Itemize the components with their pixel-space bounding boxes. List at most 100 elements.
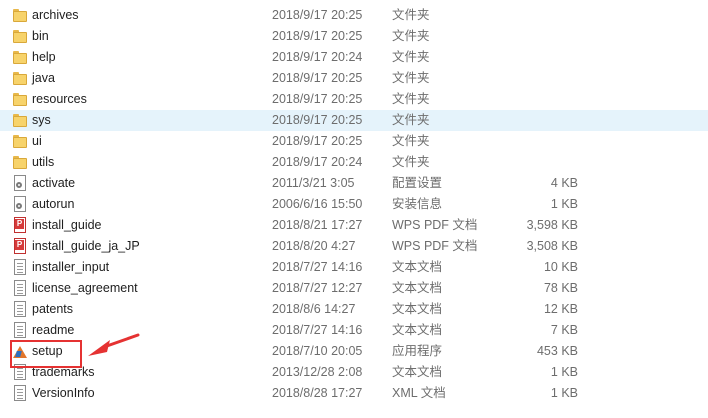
file-row-ui[interactable]: ui 2018/9/17 20:25 文件夹 <box>0 131 708 152</box>
file-date: 2018/9/17 20:25 <box>272 134 363 148</box>
file-type: 文本文档 <box>392 365 443 379</box>
file-date: 2018/8/28 17:27 <box>272 386 363 400</box>
file-row-install_guide[interactable]: install_guide 2018/8/21 17:27 WPS PDF 文档 3,… <box>0 215 708 236</box>
file-row-install_guide_ja_JP[interactable]: install_guide_ja_JP 2018/8/20 4:27 WPS PDF… <box>0 236 708 257</box>
file-row-activate[interactable]: activate 2011/3/21 3:05 配置设置 4 KB <box>0 173 708 194</box>
file-row-bin[interactable]: bin 2018/9/17 20:25 文件夹 <box>0 26 708 47</box>
file-name: installer_input <box>32 260 110 274</box>
file-size: 1 KB <box>550 197 578 211</box>
file-type: 文件夹 <box>392 50 430 64</box>
file-type: 应用程序 <box>392 344 443 358</box>
file-row-archives[interactable]: archives 2018/9/17 20:25 文件夹 <box>0 5 708 26</box>
file-date: 2013/12/28 2:08 <box>272 365 363 379</box>
file-type: 文件夹 <box>392 113 430 127</box>
file-type: 文本文档 <box>392 260 443 274</box>
file-type: 文件夹 <box>392 29 430 43</box>
file-type: 配置设置 <box>392 176 443 190</box>
file-row-java[interactable]: java 2018/9/17 20:25 文件夹 <box>0 68 708 89</box>
file-row-setup[interactable]: setup 2018/7/10 20:05 应用程序 453 KB <box>0 341 708 362</box>
file-type: 文本文档 <box>392 323 443 337</box>
file-row-VersionInfo[interactable]: VersionInfo 2018/8/28 17:27 XML 文档 1 KB <box>0 383 708 404</box>
file-date: 2018/7/10 20:05 <box>272 344 363 358</box>
folder-icon <box>12 7 28 23</box>
text-file-icon <box>12 322 28 338</box>
file-row-readme[interactable]: readme 2018/7/27 14:16 文本文档 7 KB <box>0 320 708 341</box>
file-type: 文件夹 <box>392 92 430 106</box>
file-date: 2018/9/17 20:25 <box>272 29 363 43</box>
file-name: bin <box>32 29 49 43</box>
file-size: 1 KB <box>550 365 578 379</box>
file-name: ui <box>32 134 42 148</box>
file-size: 12 KB <box>543 302 578 316</box>
pdf-file-icon <box>12 217 28 233</box>
file-date: 2018/9/17 20:25 <box>272 71 363 85</box>
setup-highlight-box <box>10 340 82 368</box>
file-name: help <box>32 50 56 64</box>
file-size: 3,508 KB <box>526 239 578 253</box>
file-row-license_agreement[interactable]: license_agreement 2018/7/27 12:27 文本文档 78 K… <box>0 278 708 299</box>
file-size: 4 KB <box>550 176 578 190</box>
file-size: 7 KB <box>550 323 578 337</box>
file-row-trademarks[interactable]: trademarks 2013/12/28 2:08 文本文档 1 KB <box>0 362 708 383</box>
folder-icon <box>12 91 28 107</box>
file-date: 2011/3/21 3:05 <box>272 176 355 190</box>
file-type: WPS PDF 文档 <box>392 239 478 253</box>
file-type: 文件夹 <box>392 155 430 169</box>
folder-icon <box>12 112 28 128</box>
file-size: 3,598 KB <box>526 218 578 232</box>
file-row-autorun[interactable]: autorun 2006/6/16 15:50 安装信息 1 KB <box>0 194 708 215</box>
file-name: patents <box>32 302 74 316</box>
file-size: 78 KB <box>543 281 578 295</box>
file-type: 文件夹 <box>392 134 430 148</box>
file-size: 1 KB <box>550 386 578 400</box>
file-name: resources <box>32 92 87 106</box>
file-type: 文本文档 <box>392 302 443 316</box>
file-row-patents[interactable]: patents 2018/8/6 14:27 文本文档 12 KB <box>0 299 708 320</box>
folder-icon <box>12 133 28 149</box>
file-name: sys <box>32 113 51 127</box>
file-row-utils[interactable]: utils 2018/9/17 20:24 文件夹 <box>0 152 708 173</box>
file-date: 2018/9/17 20:25 <box>272 113 363 127</box>
settings-file-icon <box>12 175 28 191</box>
file-type: 文件夹 <box>392 71 430 85</box>
file-name: activate <box>32 176 76 190</box>
file-row-installer_input[interactable]: installer_input 2018/7/27 14:16 文本文档 10 KB <box>0 257 708 278</box>
file-name: readme <box>32 323 75 337</box>
folder-icon <box>12 70 28 86</box>
file-date: 2018/9/17 20:24 <box>272 50 363 64</box>
folder-icon <box>12 28 28 44</box>
file-date: 2018/7/27 12:27 <box>272 281 363 295</box>
file-type: 安装信息 <box>392 197 443 211</box>
file-row-help[interactable]: help 2018/9/17 20:24 文件夹 <box>0 47 708 68</box>
file-date: 2018/8/21 17:27 <box>272 218 363 232</box>
file-type: 文本文档 <box>392 281 443 295</box>
settings-file-icon <box>12 196 28 212</box>
file-date: 2018/8/6 14:27 <box>272 302 356 316</box>
file-date: 2018/9/17 20:25 <box>272 8 363 22</box>
text-file-icon <box>12 259 28 275</box>
file-size: 453 KB <box>536 344 578 358</box>
file-name: archives <box>32 8 79 22</box>
file-name: autorun <box>32 197 75 211</box>
file-name: install_guide <box>32 218 102 232</box>
file-name: install_guide_ja_JP <box>32 239 140 253</box>
file-name: VersionInfo <box>32 386 95 400</box>
file-date: 2006/6/16 15:50 <box>272 197 363 211</box>
file-list: archives 2018/9/17 20:25 文件夹 bin 2018/9/17 2… <box>0 5 708 404</box>
folder-icon <box>12 154 28 170</box>
file-date: 2018/9/17 20:25 <box>272 92 363 106</box>
file-type: WPS PDF 文档 <box>392 218 478 232</box>
file-name: license_agreement <box>32 281 138 295</box>
file-name: java <box>32 71 55 85</box>
text-file-icon <box>12 301 28 317</box>
pdf-file-icon <box>12 238 28 254</box>
folder-icon <box>12 49 28 65</box>
file-type: XML 文档 <box>392 386 446 400</box>
file-row-resources[interactable]: resources 2018/9/17 20:25 文件夹 <box>0 89 708 110</box>
file-date: 2018/8/20 4:27 <box>272 239 356 253</box>
file-type: 文件夹 <box>392 8 430 22</box>
file-row-sys[interactable]: sys 2018/9/17 20:25 文件夹 <box>0 110 708 131</box>
text-file-icon <box>12 280 28 296</box>
text-file-icon <box>12 385 28 401</box>
file-date: 2018/7/27 14:16 <box>272 323 363 337</box>
